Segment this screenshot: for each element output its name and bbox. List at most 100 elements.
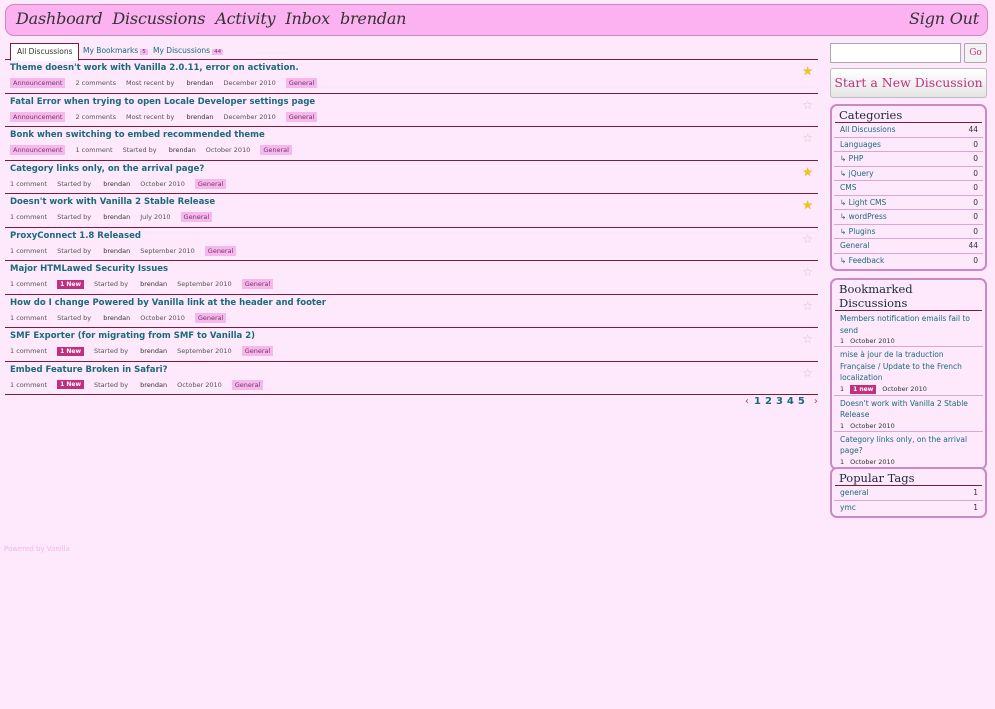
category-link[interactable]: General xyxy=(285,111,318,122)
category-link[interactable]: General xyxy=(180,212,213,222)
author-label: Started by xyxy=(57,313,92,322)
author-info: Started by brendan xyxy=(94,381,167,389)
category-name: ↳ Plugins xyxy=(840,226,876,236)
bookmark-star-icon[interactable]: ☆ xyxy=(802,299,813,313)
discussion-date: December 2010 xyxy=(223,79,276,87)
discussion-title-link[interactable]: ProxyConnect 1.8 Released xyxy=(10,231,141,241)
discussion-title-link[interactable]: SMF Exporter (for migrating from SMF to … xyxy=(10,331,255,341)
pager-page-2[interactable]: 2 xyxy=(765,396,772,407)
category-item[interactable]: ↳ jQuery 0 xyxy=(834,167,983,181)
author-link[interactable]: brendan xyxy=(103,247,130,255)
bookmarked-title-link[interactable]: Members notification emails fail to send xyxy=(840,313,979,336)
bookmark-star-icon[interactable]: ★ xyxy=(802,198,813,212)
bookmark-star-icon[interactable]: ☆ xyxy=(802,232,813,246)
category-item[interactable]: All Discussions 44 xyxy=(834,123,983,138)
discussion-title-link[interactable]: Doesn't work with Vanilla 2 Stable Relea… xyxy=(10,197,215,207)
tag-item[interactable]: ymc 1 xyxy=(834,501,983,516)
author-link[interactable]: brendan xyxy=(103,314,130,322)
discussion-title-link[interactable]: Fatal Error when trying to open Locale D… xyxy=(10,97,315,107)
category-item[interactable]: ↳ wordPress 0 xyxy=(834,210,983,225)
tab-my-bookmarks[interactable]: My Bookmarks 5 xyxy=(83,43,148,60)
category-item[interactable]: ↳ Light CMS 0 xyxy=(834,196,983,210)
tag-item[interactable]: general 1 xyxy=(834,486,983,501)
bookmark-star-icon[interactable]: ☆ xyxy=(802,131,813,145)
author-link[interactable]: brendan xyxy=(169,146,196,154)
author-info: Started by brendan xyxy=(123,146,196,154)
tab-my-discussions[interactable]: My Discussions 44 xyxy=(153,43,224,60)
category-item[interactable]: ↳ Plugins 0 xyxy=(834,225,983,239)
author-label: Started by xyxy=(57,246,92,255)
comment-count: 1 comment xyxy=(10,347,48,355)
category-link[interactable]: General xyxy=(241,346,274,356)
bookmark-star-icon[interactable]: ☆ xyxy=(802,265,813,279)
bookmark-star-icon[interactable]: ☆ xyxy=(802,332,813,346)
nav-activity[interactable]: Activity xyxy=(215,9,275,28)
category-link[interactable]: General xyxy=(194,178,227,189)
nav-profile[interactable]: brendan xyxy=(340,9,407,28)
pager-page-4[interactable]: 4 xyxy=(787,396,794,407)
pager-page-3[interactable]: 3 xyxy=(776,396,783,407)
discussion-row: Fatal Error when trying to open Locale D… xyxy=(5,94,818,127)
search-go-button[interactable]: Go xyxy=(964,43,987,63)
category-item[interactable]: ↳ Feedback 0 xyxy=(834,254,983,269)
category-link[interactable]: General xyxy=(260,145,292,155)
category-count: 0 xyxy=(973,226,978,236)
new-comments-badge[interactable]: 1 New xyxy=(57,346,84,356)
bookmark-star-icon[interactable]: ★ xyxy=(802,64,813,78)
pager-next[interactable]: › xyxy=(814,396,818,407)
category-item[interactable]: CMS 0 xyxy=(834,181,983,196)
discussion-title-link[interactable]: Category links only, on the arrival page… xyxy=(10,164,204,174)
category-link[interactable]: General xyxy=(204,245,237,256)
discussion-title-link[interactable]: Embed Feature Broken in Safari? xyxy=(10,365,168,375)
nav-discussions[interactable]: Discussions xyxy=(112,9,205,28)
author-label: Most recent by xyxy=(125,112,175,121)
bookmarked-meta: 1 October 2010 xyxy=(840,422,979,430)
nav-dashboard[interactable]: Dashboard xyxy=(16,9,103,28)
bookmarked-item: Category links only, on the arrival page… xyxy=(834,432,983,467)
search-input[interactable] xyxy=(830,43,961,63)
category-item[interactable]: General 44 xyxy=(834,239,983,254)
discussion-meta: 1 comment Started by brendan September 201… xyxy=(10,245,246,256)
category-link[interactable]: General xyxy=(241,279,274,289)
tab-all-discussions[interactable]: All Discussions xyxy=(10,43,80,61)
author-label: Started by xyxy=(94,280,129,288)
category-link[interactable]: General xyxy=(285,78,318,88)
bookmark-star-icon[interactable]: ☆ xyxy=(802,98,813,112)
pager-page-1[interactable]: 1 xyxy=(754,396,761,407)
pager-prev[interactable]: ‹ xyxy=(745,396,749,407)
powered-by-link[interactable]: Powered by Vanilla xyxy=(4,545,70,553)
discussion-title-link[interactable]: How do I change Powered by Vanilla link … xyxy=(10,298,326,308)
discussion-title-link[interactable]: Major HTMLawed Security Issues xyxy=(10,264,168,274)
author-link[interactable]: brendan xyxy=(103,213,130,221)
author-link[interactable]: brendan xyxy=(186,113,213,121)
new-comments-badge[interactable]: 1 new xyxy=(850,384,877,394)
category-link[interactable]: General xyxy=(231,379,264,390)
nav-inbox[interactable]: Inbox xyxy=(285,9,330,28)
bookmark-star-icon[interactable]: ☆ xyxy=(802,366,813,380)
author-link[interactable]: brendan xyxy=(103,180,130,188)
announcement-badge: Announcement xyxy=(10,78,66,88)
discussion-title-link[interactable]: Bonk when switching to embed recommended… xyxy=(10,130,265,140)
bookmarked-title-link[interactable]: mise à jour de la traduction Française /… xyxy=(840,349,979,384)
category-item[interactable]: Languages 0 xyxy=(834,138,983,152)
new-comments-badge[interactable]: 1 New xyxy=(57,380,84,389)
bookmark-star-icon[interactable]: ★ xyxy=(802,165,813,179)
comment-count: 1 comment xyxy=(10,380,48,389)
discussion-meta: Announcement 1 comment Started by brendan O… xyxy=(10,145,302,155)
bookmarked-title-link[interactable]: Category links only, on the arrival page… xyxy=(840,434,979,457)
author-link[interactable]: brendan xyxy=(140,347,167,355)
sign-out-link[interactable]: Sign Out xyxy=(909,9,979,28)
start-new-discussion-button[interactable]: Start a New Discussion xyxy=(830,68,987,98)
author-link[interactable]: brendan xyxy=(186,79,213,87)
author-link[interactable]: brendan xyxy=(140,381,167,389)
new-comments-badge[interactable]: 1 New xyxy=(57,279,84,289)
category-item[interactable]: ↳ PHP 0 xyxy=(834,152,983,167)
bookmarked-title-link[interactable]: Doesn't work with Vanilla 2 Stable Relea… xyxy=(840,398,979,421)
discussion-date: October 2010 xyxy=(177,380,222,389)
author-link[interactable]: brendan xyxy=(140,280,167,288)
discussion-meta: 1 comment 1 New Started by brendan October … xyxy=(10,379,273,390)
bookmarked-item: Doesn't work with Vanilla 2 Stable Relea… xyxy=(834,396,983,432)
category-link[interactable]: General xyxy=(194,312,227,323)
pager-page-5[interactable]: 5 xyxy=(798,396,805,407)
discussion-title-link[interactable]: Theme doesn't work with Vanilla 2.0.11, … xyxy=(10,63,299,73)
